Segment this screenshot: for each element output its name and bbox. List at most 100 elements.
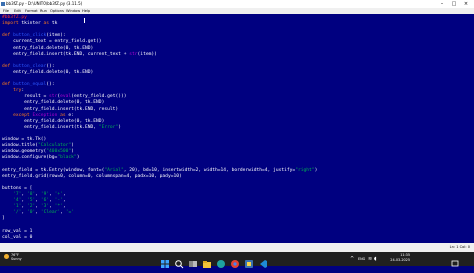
code-token: entry_field.insert(tk.END, — [2, 124, 99, 130]
code-line: current_text = entry_field.get() — [2, 39, 102, 44]
code-token: , — [62, 198, 66, 203]
search-icon[interactable] — [174, 254, 184, 269]
code-token: (): — [46, 63, 55, 69]
code-token: ] — [2, 216, 5, 222]
code-token: '-' — [54, 198, 63, 203]
code-line: entry_field = tk.Entry(window, font=("Ar… — [2, 168, 317, 173]
wifi-icon[interactable]: ≋ — [368, 255, 372, 263]
code-token: : — [21, 88, 25, 94]
code-token: ) — [76, 155, 80, 161]
code-token: entry_field.insert(tk.END, result) — [2, 106, 119, 112]
minimize-icon[interactable]: – — [436, 0, 448, 8]
code-line: entry_field.insert(tk.END, current_text … — [2, 52, 157, 57]
code-token: '5' — [26, 198, 36, 203]
code-token: ) — [118, 124, 121, 130]
code-token: window.title( — [2, 143, 38, 149]
code-token: window = tk.Tk() — [2, 137, 47, 142]
text-cursor — [84, 18, 85, 23]
code-line: def button_equal(): — [2, 82, 55, 87]
code-line: '/', '0', 'Clear', '=' — [2, 210, 74, 215]
python-app-icon — [1, 2, 5, 6]
code-line: def button_click(item): — [2, 33, 66, 38]
code-line: '7', '8', '9', '+', — [2, 192, 66, 197]
code-editor[interactable]: #bb3fZ.py import tkinter as tk def button_… — [0, 14, 474, 252]
code-token: entry_field.delete(0, tk.END) — [2, 100, 105, 106]
code-token: entry_field = tk.Entry(window, font=( — [2, 167, 105, 173]
code-line: try: — [2, 88, 24, 93]
code-token: import — [2, 21, 19, 27]
code-line: '4', '5', '6', '-', — [2, 198, 66, 203]
code-token: Exception — [32, 112, 58, 118]
code-line: import tkinter as tk — [2, 21, 57, 26]
code-token: (item)) — [137, 51, 157, 57]
sun-icon — [4, 254, 9, 259]
code-token: "400x500" — [46, 149, 72, 155]
code-token: button_click — [13, 33, 47, 39]
python-idle-icon[interactable] — [244, 254, 254, 268]
code-line: result = str(eval(entry_field.get())) — [2, 94, 126, 100]
close-icon[interactable]: × — [460, 0, 472, 8]
chevron-up-icon[interactable]: ^ — [350, 255, 354, 263]
code-token: buttons = [ — [2, 185, 33, 191]
clock[interactable]: 11:35 24-03-2025 — [380, 253, 410, 263]
code-token: #bb3fZ.py — [2, 15, 27, 20]
code-token: button_equal — [13, 82, 47, 88]
code-token: "Calculator" — [37, 143, 72, 149]
code-token: , 20), bd=10, insertwidth=2, width=14, b… — [123, 167, 296, 173]
code-token: "Error" — [98, 124, 119, 130]
code-line: col_val = 0 — [2, 235, 32, 240]
code-token: entry_field.delete(0, tk.END) — [2, 69, 94, 75]
code-token: entry_field.delete(0, tk.END) — [2, 45, 94, 51]
code-token: button_clear — [13, 63, 47, 69]
task-view-icon[interactable] — [188, 254, 198, 267]
code-line: window.geometry("400x500") — [2, 149, 74, 154]
status-bar: Ln: 1 Col: 0 — [0, 243, 474, 252]
notification-icon[interactable] — [450, 254, 460, 267]
title-bar: bb3fZ.py - D:\UNIT0\bb3fZ.py (3.11.5) – … — [0, 0, 474, 8]
chrome-icon[interactable] — [230, 254, 240, 268]
start-icon[interactable] — [160, 254, 170, 268]
code-token: current_text = entry_field.get() — [2, 39, 102, 45]
file-explorer-icon[interactable] — [202, 254, 212, 268]
taskbar: 76°F Sunny ^ ENG ≋ ◖ 11:35 24-03-2025 — [0, 252, 474, 269]
code-token: window.configure(bg= — [2, 155, 58, 161]
code-line: '1', '2', '3', '*', — [2, 204, 66, 209]
speaker-icon[interactable]: ◖ — [374, 255, 377, 263]
code-line: entry_field.delete(0, tk.END) — [2, 100, 104, 105]
code-line: buttons = [ — [2, 186, 32, 191]
code-token: def — [2, 33, 14, 39]
code-line: entry_field.delete(0, tk.END) — [2, 46, 93, 51]
code-token: tkinter — [18, 21, 44, 27]
maximize-icon[interactable]: □ — [448, 0, 460, 8]
clock-date: 24-03-2025 — [390, 258, 410, 262]
code-token: 'Clear' — [40, 210, 61, 216]
code-token: '=' — [65, 210, 75, 216]
language-indicator[interactable]: ENG — [358, 255, 365, 263]
code-line: def button_clear(): — [2, 64, 55, 69]
vscode-icon[interactable] — [258, 254, 268, 268]
code-token: entry_field.insert(tk.END, current_text … — [2, 51, 130, 57]
code-token: col_val = 0 — [2, 234, 33, 240]
code-token: entry_field.grid(row=0, column=0, column… — [2, 173, 182, 179]
code-token: entry_field.delete(0, tk.END) — [2, 118, 105, 124]
code-line: window = tk.Tk() — [2, 137, 46, 142]
window-title: bb3fZ.py - D:\UNIT0\bb3fZ.py (3.11.5) — [6, 1, 83, 6]
code-token: ) — [71, 149, 74, 155]
code-token: '8' — [26, 191, 36, 197]
code-token: , — [62, 204, 66, 210]
code-token: except — [2, 112, 33, 118]
code-token: "right" — [295, 167, 315, 173]
code-token: e: — [68, 112, 74, 118]
code-token: '+' — [54, 191, 63, 197]
edge-browser-icon[interactable] — [216, 254, 226, 268]
code-token: eval — [60, 94, 72, 100]
code-line: entry_field.insert(tk.END, "Error") — [2, 125, 121, 130]
code-line: entry_field.delete(0, tk.END) — [2, 70, 93, 75]
weather-desc: Sunny — [11, 257, 22, 261]
code-token: tk — [49, 21, 58, 27]
code-token: result = — [2, 94, 50, 100]
code-line: entry_field.grid(row=0, column=0, column… — [2, 174, 182, 179]
